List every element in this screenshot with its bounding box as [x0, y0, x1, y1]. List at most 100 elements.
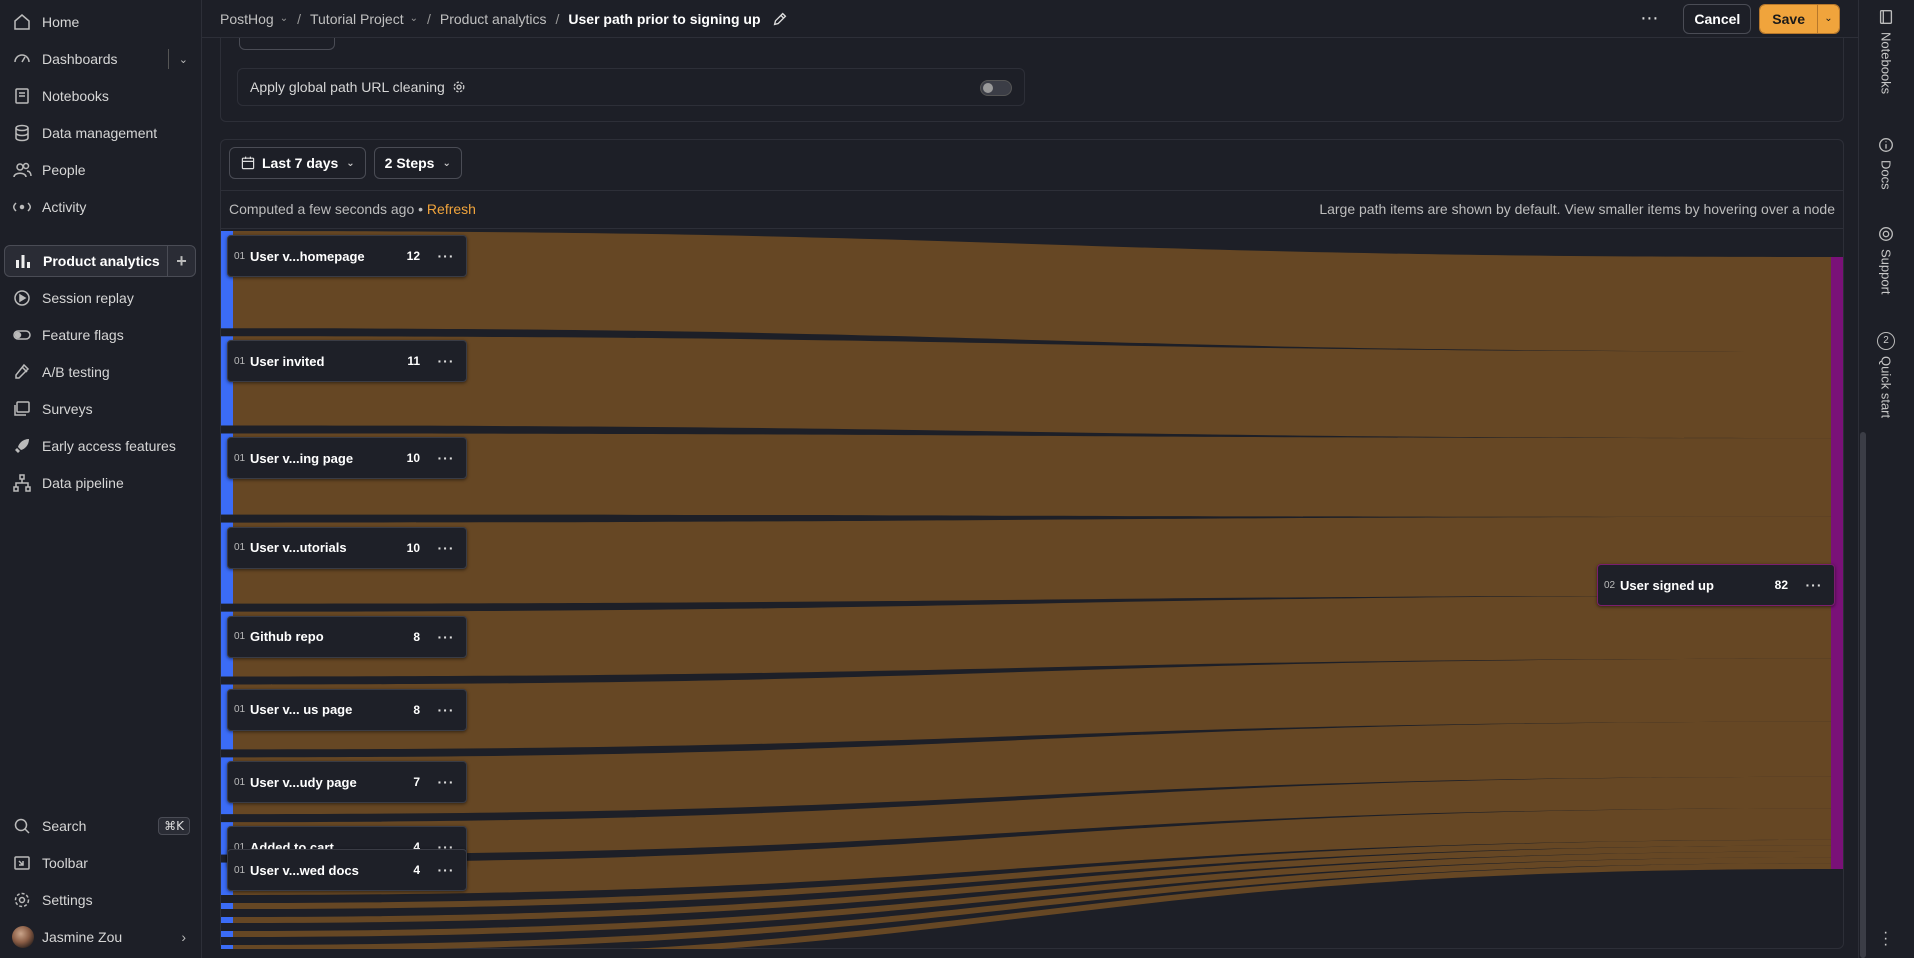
path-node-card[interactable]: 01 User v... us page 8 ··· — [227, 688, 467, 731]
node-name: User v...udy page — [250, 774, 357, 790]
sidebar-item-label: Search — [42, 818, 87, 834]
path-node-card[interactable]: 01 User v...wed docs 4 ··· — [227, 849, 467, 891]
sankey-link[interactable] — [233, 516, 1831, 604]
sidebar-item-label: Product analytics — [43, 253, 160, 269]
gear-icon[interactable] — [451, 79, 467, 95]
path-cleaning-toggle[interactable] — [980, 80, 1012, 96]
sidebar-item-toolbar[interactable]: Toolbar — [4, 847, 196, 879]
scrollbar[interactable] — [1860, 432, 1866, 958]
rail-more-button[interactable]: · · · — [1883, 925, 1888, 953]
rail-item-notebooks[interactable]: Notebooks — [1877, 8, 1895, 94]
sidebar-item-label: Feature flags — [42, 327, 124, 343]
node-count: 10 — [406, 451, 420, 466]
sidebar-item-user[interactable]: Jasmine Zou › — [4, 921, 196, 953]
node-step: 02 — [1604, 579, 1616, 591]
node-menu-button[interactable]: ··· — [434, 353, 458, 369]
rail-item-support[interactable]: Support — [1877, 225, 1895, 295]
path-node-card[interactable]: 01 User invited 11 ··· — [227, 340, 467, 383]
node-menu-button[interactable]: ··· — [434, 629, 458, 645]
chevron-down-icon: ⌄ — [279, 13, 289, 24]
node-name: Github repo — [250, 629, 324, 645]
sidebar-item-notebooks[interactable]: Notebooks — [4, 80, 196, 112]
search-icon — [14, 818, 30, 834]
sidebar-item-settings[interactable]: Settings — [4, 884, 196, 916]
breadcrumb-org[interactable]: PostHog ⌄ — [220, 11, 288, 27]
sidebar-item-ab-testing[interactable]: A/B testing — [4, 356, 196, 388]
node-menu-button[interactable]: ··· — [434, 702, 458, 718]
path-node-card[interactable]: 01 Github repo 8 ··· — [227, 615, 467, 658]
main-content: Apply global path URL cleaning Last 7 da… — [202, 38, 1858, 958]
notebook-icon — [15, 88, 29, 104]
node-count: 82 — [1774, 578, 1788, 592]
sankey-link[interactable] — [233, 336, 1831, 439]
sankey-source-bar[interactable] — [221, 945, 233, 949]
save-dropdown-button[interactable]: ⌄ — [1817, 4, 1839, 33]
save-button[interactable]: Save — [1760, 4, 1817, 33]
app-root: Home Dashboards ⌄ Notebooks Data managem… — [0, 0, 1914, 958]
sidebar-item-early-access[interactable]: Early access features — [4, 430, 196, 462]
sidebar-item-label: Notebooks — [42, 88, 109, 104]
node-step: 01 — [234, 864, 246, 876]
sidebar-item-label: Early access features — [42, 438, 176, 454]
sidebar-item-home[interactable]: Home — [4, 6, 196, 38]
refresh-link[interactable]: Refresh — [427, 201, 476, 217]
rail-item-quick-start[interactable]: 2 Quick start — [1877, 332, 1895, 418]
sidebar: Home Dashboards ⌄ Notebooks Data managem… — [0, 0, 202, 958]
path-node-card[interactable]: 01 User v...homepage 12 ··· — [227, 235, 467, 277]
sidebar-item-surveys[interactable]: Surveys — [4, 393, 196, 425]
sankey-target-bar[interactable] — [1831, 257, 1843, 869]
node-step: 01 — [234, 776, 246, 788]
sidebar-item-product-analytics[interactable]: Product analytics + — [4, 245, 196, 277]
sidebar-item-label: Home — [42, 14, 80, 30]
computed-status: Computed a few seconds ago • Refresh — [229, 201, 476, 217]
more-options-button[interactable]: ⋯ — [1633, 5, 1665, 33]
node-menu-button[interactable]: ··· — [434, 450, 458, 466]
chevron-down-icon[interactable]: ⌄ — [179, 53, 188, 66]
breadcrumb-separator: / — [297, 10, 301, 27]
collapsed-button[interactable] — [239, 38, 335, 50]
sidebar-item-search[interactable]: Search ⌘K — [4, 810, 196, 842]
breadcrumb-separator: / — [427, 10, 431, 27]
rail-item-docs[interactable]: Docs — [1877, 136, 1895, 190]
sidebar-item-dashboards[interactable]: Dashboards ⌄ — [4, 43, 196, 75]
node-menu-button[interactable]: ··· — [1802, 577, 1826, 593]
node-name: User v...ing page — [250, 450, 354, 466]
sidebar-item-activity[interactable]: Activity — [4, 191, 196, 223]
sankey-source-bar[interactable] — [221, 903, 233, 909]
path-cleaning-label: Apply global path URL cleaning — [250, 79, 445, 95]
node-menu-button[interactable]: ··· — [434, 248, 458, 264]
sankey-source-bar[interactable] — [221, 931, 233, 937]
breadcrumb: PostHog ⌄ / Tutorial Project ⌄ / Product a… — [202, 10, 789, 28]
path-node-card[interactable]: 01 User v...udy page 7 ··· — [227, 761, 467, 804]
node-menu-button[interactable]: ··· — [434, 862, 458, 878]
flask-icon — [15, 363, 30, 379]
sidebar-item-label: Data management — [42, 125, 158, 141]
path-node-card[interactable]: 01 User v...utorials 10 ··· — [227, 526, 467, 569]
chevron-down-icon: ⌄ — [442, 157, 451, 169]
node-menu-button[interactable]: ··· — [434, 540, 458, 556]
sankey-source-bar[interactable] — [221, 917, 233, 923]
breadcrumb-section[interactable]: Product analytics — [440, 11, 547, 27]
sankey-link[interactable] — [233, 433, 1831, 517]
pipeline-icon — [13, 474, 31, 492]
path-node-card[interactable]: 01 User v...ing page 10 ··· — [227, 437, 467, 480]
sidebar-item-feature-flags[interactable]: Feature flags — [4, 319, 196, 351]
sidebar-item-session-replay[interactable]: Session replay — [4, 282, 196, 314]
sidebar-item-label: A/B testing — [42, 364, 110, 380]
sidebar-item-data-pipeline[interactable]: Data pipeline — [4, 467, 196, 499]
node-count: 8 — [413, 629, 420, 644]
steps-button[interactable]: 2 Steps ⌄ — [373, 147, 462, 179]
node-name: User v...wed docs — [250, 862, 359, 878]
sidebar-item-people[interactable]: People — [4, 154, 196, 186]
divider — [221, 190, 1843, 191]
cancel-button[interactable]: Cancel — [1683, 3, 1752, 34]
sankey-link[interactable] — [233, 231, 1831, 352]
sidebar-item-data-management[interactable]: Data management — [4, 117, 196, 149]
sidebar-item-label: Surveys — [42, 401, 93, 417]
node-menu-button[interactable]: ··· — [434, 774, 458, 790]
date-range-button[interactable]: Last 7 days ⌄ — [229, 147, 366, 179]
pencil-icon[interactable] — [771, 10, 789, 28]
path-node-card[interactable]: 02 User signed up 82 ··· — [1597, 564, 1835, 606]
add-insight-button[interactable]: + — [167, 246, 195, 276]
breadcrumb-project[interactable]: Tutorial Project ⌄ — [310, 11, 418, 27]
